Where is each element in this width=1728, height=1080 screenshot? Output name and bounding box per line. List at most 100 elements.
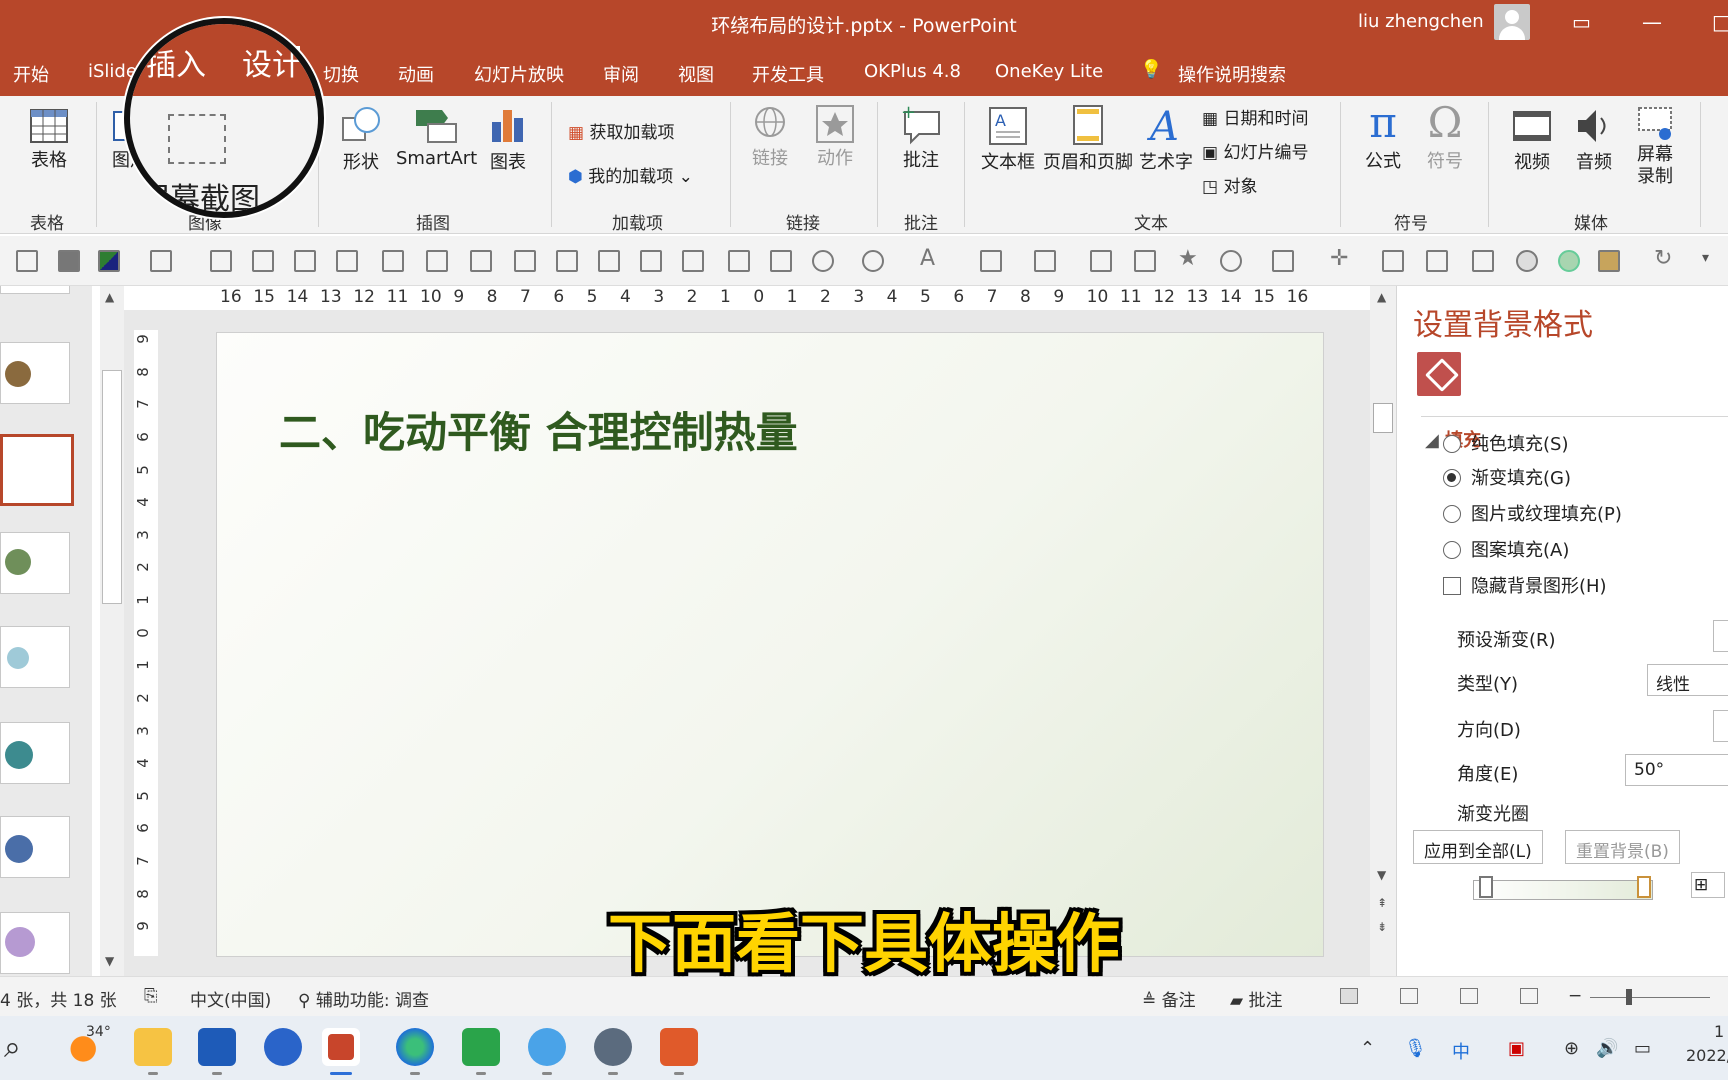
hide-background-option[interactable]: 隐藏背景图形(H) <box>1443 572 1607 598</box>
comment-button[interactable]: + 批注 <box>896 102 946 172</box>
wordart-button[interactable]: A 艺术字 <box>1138 104 1194 174</box>
fill-bucket-icon[interactable] <box>1417 352 1461 396</box>
link-button[interactable]: 链接 <box>748 104 792 170</box>
user-name[interactable]: liu zhengchen <box>1358 11 1484 32</box>
tab-okplus[interactable]: OKPlus 4.8 <box>864 61 961 82</box>
radio-solid[interactable] <box>1443 435 1461 453</box>
radio-picture[interactable] <box>1443 505 1461 523</box>
slideshow-icon[interactable] <box>1520 988 1538 1004</box>
minimize-icon[interactable]: — <box>1642 10 1662 34</box>
font-color-icon[interactable]: A <box>920 246 942 271</box>
ime-icon[interactable]: 中 <box>1452 1038 1470 1064</box>
tab-onekey[interactable]: OneKey Lite <box>995 61 1103 82</box>
restore-icon[interactable]: □ <box>1712 10 1728 34</box>
tray-chevron-up-icon[interactable]: ⌃ <box>1360 1038 1375 1059</box>
video-button[interactable]: 视频 <box>1508 104 1556 174</box>
powerpoint-icon[interactable] <box>322 1028 360 1075</box>
word-icon[interactable] <box>198 1028 236 1075</box>
effects-star-icon[interactable]: ★ <box>1178 246 1200 271</box>
circle-green-icon[interactable] <box>1558 250 1580 272</box>
merge-shapes-icon[interactable] <box>1220 250 1242 272</box>
animation-icon[interactable] <box>1382 250 1404 272</box>
thumbnail-scrollbar[interactable]: ▲ ▼ <box>100 286 124 976</box>
smartart-button[interactable]: SmartArt <box>396 104 477 169</box>
avatar[interactable] <box>1494 4 1530 40</box>
slide-title[interactable]: 二、吃动平衡 合理控制热量 <box>279 399 798 460</box>
align-center-icon[interactable] <box>556 250 578 272</box>
radio-pattern[interactable] <box>1443 541 1461 559</box>
table-button[interactable]: 表格 <box>24 106 74 172</box>
object-button[interactable]: ◳ 对象 <box>1202 172 1257 197</box>
reading-view-icon[interactable] <box>1460 988 1478 1004</box>
connector-icon[interactable]: ✛ <box>1330 246 1352 271</box>
select-icon[interactable] <box>1598 250 1620 272</box>
bring-forward-icon[interactable] <box>294 250 316 272</box>
pen-icon[interactable] <box>1034 250 1056 272</box>
network-icon[interactable]: ⊕ <box>1564 1038 1579 1059</box>
clock-date[interactable]: 2022/ <box>1686 1046 1728 1065</box>
slide-thumbnail[interactable] <box>0 286 70 294</box>
comments-button[interactable]: ▰ 批注 <box>1230 986 1282 1011</box>
settings-gear-icon[interactable] <box>594 1028 632 1075</box>
symbol-button[interactable]: Ω 符号 <box>1420 98 1470 173</box>
clock-time[interactable]: 1 <box>1714 1022 1724 1041</box>
current-slide[interactable]: 二、吃动平衡 合理控制热量 <box>216 332 1324 957</box>
accessibility-status[interactable]: ⚲ 辅助功能: 调查 <box>298 986 429 1011</box>
layout-icon[interactable] <box>16 250 38 272</box>
align-top-icon[interactable] <box>382 250 404 272</box>
apply-to-all-button[interactable]: 应用到全部(L) <box>1413 830 1543 864</box>
language-status[interactable]: 中文(中国) <box>190 986 271 1011</box>
pattern-fill-option[interactable]: 图案填充(A) <box>1443 536 1569 562</box>
refresh-icon[interactable]: ↻ <box>1654 246 1676 271</box>
tab-review[interactable]: 审阅 <box>603 61 639 87</box>
shape-icon[interactable] <box>812 250 834 272</box>
picture-fill-option[interactable]: 图片或纹理填充(P) <box>1443 500 1622 526</box>
preset-gradient-dropdown[interactable] <box>1713 620 1728 652</box>
distribute-v-icon[interactable] <box>640 250 662 272</box>
tab-home[interactable]: 开始 <box>13 61 49 87</box>
distribute-h-icon[interactable] <box>598 250 620 272</box>
toolbar-more-icon[interactable]: ▾ <box>1702 250 1724 272</box>
scroll-up-icon[interactable]: ▲ <box>105 290 114 304</box>
fill-color-icon[interactable] <box>98 250 120 272</box>
slide-thumbnail[interactable] <box>0 626 70 688</box>
shape-outline-icon[interactable] <box>862 250 884 272</box>
scroll-up-icon[interactable]: ▲ <box>1377 290 1386 304</box>
chat-icon[interactable] <box>528 1028 566 1075</box>
insert-picture-icon[interactable] <box>728 250 750 272</box>
screen-recording-button[interactable]: 屏幕录制 <box>1630 104 1680 188</box>
slide-sorter-icon[interactable] <box>1400 988 1418 1004</box>
align-middle-icon[interactable] <box>682 250 704 272</box>
group-icon[interactable] <box>210 250 232 272</box>
paint-bucket-icon[interactable] <box>980 250 1002 272</box>
microphone-icon[interactable]: 🎙 <box>1404 1038 1427 1059</box>
scroll-down-icon[interactable]: ▼ <box>1377 868 1386 882</box>
volume-icon[interactable]: 🔊 <box>1596 1038 1618 1059</box>
slide-thumbnail[interactable] <box>0 342 70 404</box>
app-tray-icon[interactable]: ▣ <box>1508 1038 1525 1059</box>
scroll-thumb[interactable] <box>1373 403 1393 433</box>
search-icon[interactable]: ⌕ <box>4 1030 21 1065</box>
zoom-out-icon[interactable]: − <box>1568 986 1582 1006</box>
slide-thumbnail-selected[interactable] <box>0 434 74 506</box>
battery-icon[interactable]: ▭ <box>1634 1038 1651 1059</box>
recorder-icon[interactable] <box>660 1028 698 1075</box>
circle-gray-icon[interactable] <box>1516 250 1538 272</box>
type-select[interactable]: 线性 <box>1647 664 1728 696</box>
tab-slideshow[interactable]: 幻灯片放映 <box>474 61 564 87</box>
textbox-button[interactable]: A 文本框 <box>980 104 1036 174</box>
tab-animations[interactable]: 动画 <box>398 61 434 87</box>
edge-icon[interactable] <box>396 1028 434 1075</box>
app-l-icon[interactable] <box>264 1028 302 1066</box>
spell-check-icon[interactable]: ⎘ <box>144 986 158 1006</box>
tab-developer[interactable]: 开发工具 <box>752 61 824 87</box>
camtasia-icon[interactable] <box>462 1028 500 1075</box>
datetime-button[interactable]: ▦ 日期和时间 <box>1202 104 1308 129</box>
crop-icon[interactable] <box>1472 250 1494 272</box>
select-pane-icon[interactable] <box>1426 250 1448 272</box>
close-icon[interactable] <box>58 250 80 272</box>
get-addins-button[interactable]: ▦ 获取加载项 <box>568 118 674 143</box>
weather-icon[interactable]: 34° <box>68 1024 111 1066</box>
tab-view[interactable]: 视图 <box>678 61 714 87</box>
zoom-slider-thumb[interactable] <box>1626 989 1632 1005</box>
